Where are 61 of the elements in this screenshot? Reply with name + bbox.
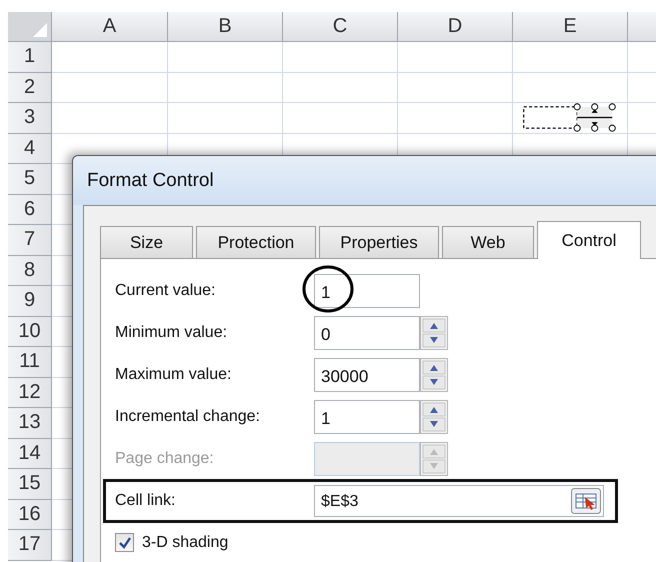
sheet-cell[interactable] [398, 42, 513, 72]
input-field[interactable]: 0 [314, 316, 420, 350]
tab[interactable]: Properties [319, 226, 439, 258]
field-label: Incremental change: [115, 408, 261, 426]
row-header[interactable]: 5 [8, 164, 52, 194]
input-field[interactable]: 1 [314, 400, 420, 434]
tab[interactable]: Control [537, 221, 641, 259]
field-label: Current value: [115, 282, 216, 300]
triangle-icon [33, 23, 47, 37]
spin-buttons[interactable] [420, 400, 448, 434]
range-picker-icon[interactable] [571, 488, 601, 514]
spin-buttons[interactable] [420, 358, 448, 392]
sheet-cell[interactable] [168, 42, 283, 72]
field-label: Maximum value: [115, 366, 232, 384]
field-label: Page change: [115, 450, 215, 468]
tab[interactable]: Size [100, 226, 193, 258]
tab[interactable]: Protection [196, 226, 316, 258]
select-all-corner[interactable] [8, 12, 52, 42]
column-header[interactable]: E [513, 12, 628, 42]
row-header[interactable]: 1 [8, 42, 52, 72]
row-header[interactable]: 7 [8, 225, 52, 256]
checkbox[interactable] [115, 533, 134, 552]
row-header[interactable]: 8 [8, 256, 52, 286]
spin-buttons[interactable] [420, 316, 448, 350]
row-header[interactable]: 16 [8, 500, 52, 530]
row-header[interactable]: 2 [8, 72, 52, 103]
sheet-cell[interactable] [283, 103, 398, 134]
row-header[interactable]: 10 [8, 316, 52, 347]
row-header[interactable]: 3 [8, 103, 52, 134]
sheet-cell[interactable] [398, 72, 513, 103]
row-header[interactable]: 9 [8, 286, 52, 316]
row-header[interactable]: 17 [8, 530, 52, 560]
sheet-cell[interactable] [168, 103, 283, 134]
row-header[interactable]: 6 [8, 194, 52, 225]
row-header[interactable]: 4 [8, 134, 52, 164]
sheet-cell[interactable] [283, 72, 398, 103]
dialog-title: Format Control [87, 170, 214, 192]
tab[interactable]: Web [442, 226, 534, 258]
row-header[interactable]: 12 [8, 378, 52, 408]
row-header[interactable]: 14 [8, 438, 52, 469]
field-label: Cell link: [115, 492, 176, 510]
sheet-cell[interactable] [52, 103, 168, 134]
row-header[interactable]: 13 [8, 408, 52, 438]
row-header[interactable]: 15 [8, 469, 52, 500]
sheet-cell[interactable] [513, 72, 628, 103]
column-header[interactable]: D [398, 12, 513, 42]
sheet-cell[interactable] [168, 72, 283, 103]
column-header[interactable]: B [168, 12, 283, 42]
input-field[interactable]: $E$3 [314, 485, 604, 517]
row-header[interactable]: 11 [8, 347, 52, 378]
column-header[interactable]: C [283, 12, 398, 42]
sheet-cell[interactable] [52, 72, 168, 103]
column-header[interactable]: A [52, 12, 168, 42]
sheet-cell[interactable] [52, 42, 168, 72]
checkbox-label: 3-D shading [142, 534, 228, 552]
input-field[interactable]: 1 [314, 274, 420, 308]
field-label: Minimum value: [115, 324, 228, 342]
sheet-cell[interactable] [398, 103, 513, 134]
sheet-cell[interactable] [513, 42, 628, 72]
sheet-cell[interactable] [283, 42, 398, 72]
input-field[interactable]: 30000 [314, 358, 420, 392]
